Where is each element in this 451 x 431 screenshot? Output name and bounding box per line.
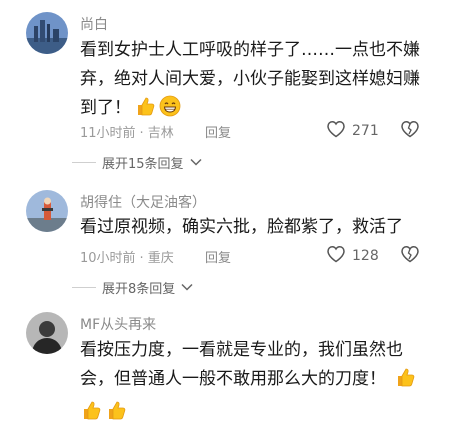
- comment-line: 弃，绝对人间大爱，小伙子能娶到这样媳妇赚: [80, 69, 420, 89]
- thumbs-up-emoji: [394, 366, 416, 398]
- comment-3: MF从头再来 看按压力度，一看就是专业的，我们虽然也 会，但普通人一般不敢用那么…: [0, 300, 451, 424]
- comment-line: 看按压力度，一看就是专业的，我们虽然也: [80, 340, 403, 360]
- comment-meta: 11小时前 · 吉林: [80, 122, 174, 141]
- reply-button[interactable]: 回复: [205, 122, 231, 141]
- chevron-down-icon: [181, 280, 193, 295]
- username[interactable]: MF从头再来: [80, 314, 156, 334]
- avatar[interactable]: [26, 190, 68, 232]
- comment-text: 看按压力度，一看就是专业的，我们虽然也 会，但普通人一般不敢用那么大的刀度！: [80, 336, 430, 431]
- thumbs-up-emoji: [80, 399, 102, 431]
- reply-button[interactable]: 回复: [205, 247, 231, 266]
- divider-line: [72, 162, 96, 163]
- expand-replies-label: 展开8条回复: [102, 282, 176, 297]
- expand-replies[interactable]: 展开8条回复: [72, 278, 193, 297]
- separator-dot: ·: [139, 251, 144, 266]
- comment-meta: 10小时前 · 重庆: [80, 247, 174, 266]
- timestamp: 10小时前: [80, 251, 136, 266]
- timestamp: 11小时前: [80, 126, 136, 141]
- comment-1: 尚白 看到女护士人工呼吸的样子了……一点也不嫌 弃，绝对人间大爱，小伙子能娶到这…: [0, 0, 451, 180]
- like-button[interactable]: 271: [326, 120, 379, 142]
- location: 吉林: [147, 126, 174, 141]
- like-count: 128: [352, 248, 379, 264]
- comment-line: 会，但普通人一般不敢用那么大的刀度！: [80, 365, 430, 398]
- comment-text: 看到女护士人工呼吸的样子了……一点也不嫌 弃，绝对人间大爱，小伙子能娶到这样媳妇…: [80, 36, 430, 127]
- username[interactable]: 尚白: [80, 14, 108, 34]
- separator-dot: ·: [139, 126, 144, 141]
- divider-line: [72, 287, 96, 288]
- avatar[interactable]: [26, 12, 68, 54]
- avatar[interactable]: [26, 312, 68, 354]
- broken-heart-icon: [400, 121, 420, 142]
- like-button[interactable]: 128: [326, 245, 379, 267]
- location: 重庆: [147, 251, 174, 266]
- chevron-down-icon: [190, 155, 202, 170]
- expand-replies[interactable]: 展开15条回复: [72, 153, 202, 172]
- dislike-button[interactable]: [400, 120, 420, 142]
- heart-icon: [326, 245, 346, 267]
- like-count: 271: [352, 123, 379, 139]
- broken-heart-icon: [400, 246, 420, 267]
- comment-line: 看到女护士人工呼吸的样子了……一点也不嫌: [80, 40, 420, 60]
- heart-icon: [326, 120, 346, 142]
- username[interactable]: 胡得住（大足油客）: [80, 192, 206, 212]
- comment-2: 胡得住（大足油客） 看过原视频，确实六批，脸都紫了，救活了 10小时前 · 重庆 回…: [0, 180, 451, 300]
- comment-line: 看过原视频，确实六批，脸都紫了，救活了: [80, 217, 403, 237]
- thumbs-up-emoji: [105, 399, 127, 431]
- comment-text: 看过原视频，确实六批，脸都紫了，救活了: [80, 213, 430, 242]
- dislike-button[interactable]: [400, 245, 420, 267]
- emoji-row: [77, 398, 430, 431]
- expand-replies-label: 展开15条回复: [102, 157, 184, 172]
